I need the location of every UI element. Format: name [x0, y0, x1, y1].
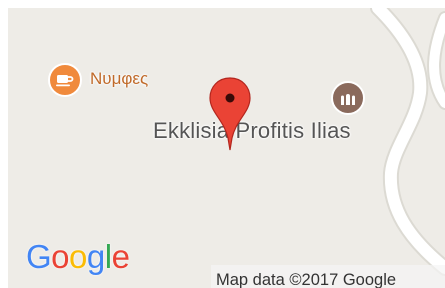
poi-label-cafe[interactable]: Νυμφες: [90, 69, 148, 89]
church-icon[interactable]: [331, 81, 365, 115]
logo-letter: g: [86, 238, 105, 275]
logo-letter: o: [69, 238, 87, 275]
logo-letter: o: [51, 238, 70, 275]
map-canvas[interactable]: Νυμφες Ekklisia Profitis Ilias Google Ma…: [8, 8, 445, 288]
map-pin-icon[interactable]: [208, 76, 252, 156]
coffee-cup-icon[interactable]: [48, 63, 82, 97]
logo-letter: G: [26, 238, 52, 275]
logo-letter: e: [111, 238, 130, 275]
logo-letter: l: [104, 238, 112, 275]
google-logo[interactable]: Google: [26, 238, 130, 275]
map-attribution[interactable]: Map data ©2017 Google: [211, 265, 445, 288]
